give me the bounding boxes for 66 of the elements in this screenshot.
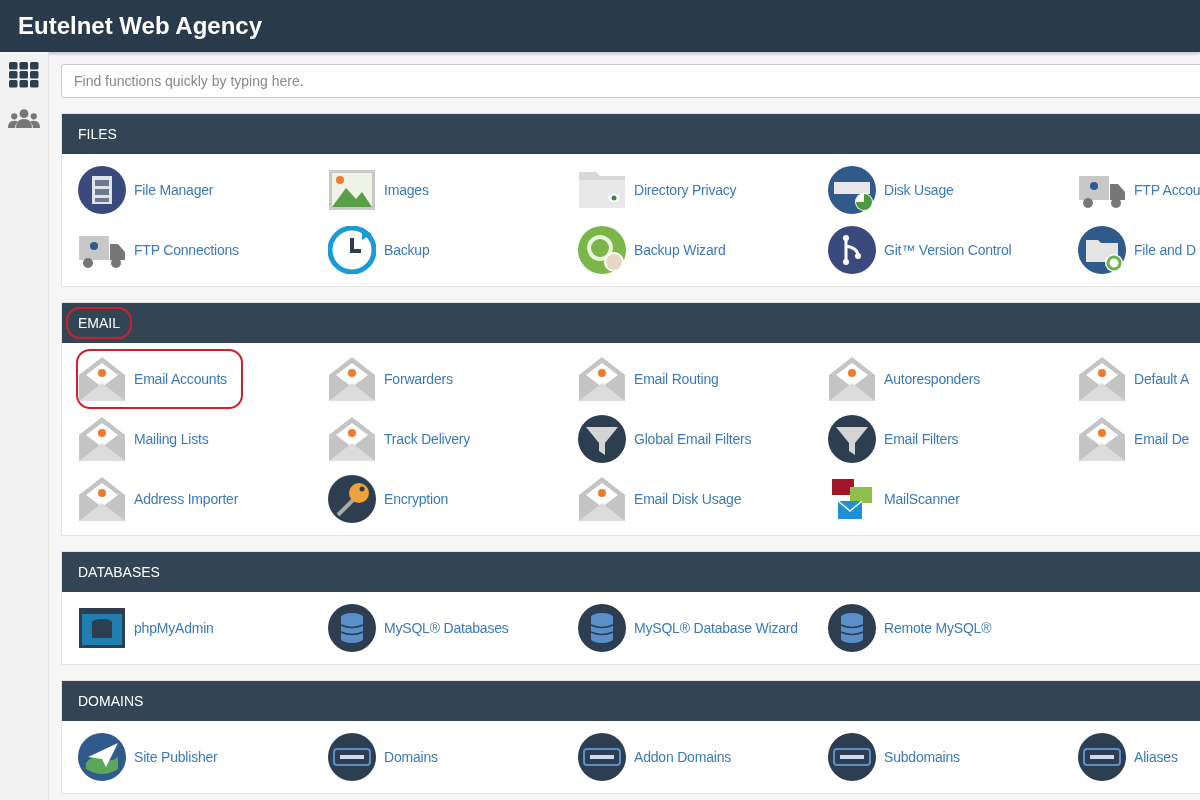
database-icon <box>828 604 876 652</box>
funnel-icon <box>828 415 876 463</box>
function-link[interactable]: FTP Connections <box>76 220 255 280</box>
function-link[interactable]: Email De <box>1076 409 1200 469</box>
function-link[interactable]: Git™ Version Control <box>826 220 1028 280</box>
function-link[interactable]: Backup <box>326 220 446 280</box>
function-link[interactable]: Email Disk Usage <box>576 469 758 529</box>
envelope-icon <box>78 475 126 523</box>
funnel-icon <box>578 415 626 463</box>
apps-grid-button[interactable] <box>6 60 42 90</box>
function-link[interactable]: Mailing Lists <box>76 409 225 469</box>
function-link[interactable]: Default A <box>1076 349 1200 409</box>
folder-icon <box>1078 226 1126 274</box>
database-icon <box>328 604 376 652</box>
branch-icon <box>828 226 876 274</box>
function-link[interactable]: Autoresponders <box>826 349 997 409</box>
function-link[interactable]: Backup Wizard <box>576 220 742 280</box>
function-link[interactable]: Disk Usage <box>826 160 970 220</box>
key-icon <box>328 475 376 523</box>
file-cabinet-icon <box>78 166 126 214</box>
section-title: FILES <box>77 125 118 144</box>
clock-arrow-icon <box>328 226 376 274</box>
function-link[interactable]: Global Email Filters <box>576 409 768 469</box>
envelope-icon <box>1078 415 1126 463</box>
function-link[interactable]: Email Filters <box>826 409 975 469</box>
function-link[interactable]: Addon Domains <box>576 727 747 787</box>
section-title: DATABASES <box>77 563 161 582</box>
function-link[interactable]: MySQL® Databases <box>326 598 525 658</box>
section-title: EMAIL <box>66 307 132 339</box>
envelope-icon <box>578 475 626 523</box>
function-link[interactable]: Remote MySQL® <box>826 598 1008 658</box>
envelope-icon <box>578 355 626 403</box>
section-title: DOMAINS <box>77 692 145 711</box>
function-link[interactable]: MySQL® Database Wizard <box>576 598 814 658</box>
search-field[interactable]: Find functions quickly by typing here. <box>61 64 1200 98</box>
function-link[interactable]: Email Accounts <box>76 349 243 409</box>
domain-icon <box>328 733 376 781</box>
function-link[interactable]: Aliases <box>1076 727 1194 787</box>
function-link[interactable]: File Manager <box>76 160 230 220</box>
function-link[interactable]: Directory Privacy <box>576 160 753 220</box>
function-link[interactable]: Email Routing <box>576 349 735 409</box>
disk-drive-icon <box>828 166 876 214</box>
envelope-icon <box>78 355 126 403</box>
function-link[interactable]: Site Publisher <box>76 727 234 787</box>
envelope-icon <box>828 355 876 403</box>
domain-icon <box>1078 733 1126 781</box>
database-icon <box>578 604 626 652</box>
function-link[interactable]: Encryption <box>326 469 465 529</box>
domain-icon <box>578 733 626 781</box>
envelope-icon <box>328 355 376 403</box>
function-link[interactable]: Track Delivery <box>326 409 487 469</box>
function-link[interactable]: Domains <box>326 727 454 787</box>
function-link[interactable]: File and D <box>1076 220 1200 280</box>
function-link[interactable]: Subdomains <box>826 727 976 787</box>
envelope-icon <box>78 415 126 463</box>
function-link[interactable]: Forwarders <box>326 349 469 409</box>
envelope-icon <box>1078 355 1126 403</box>
function-link[interactable]: MailScanner <box>826 469 976 529</box>
function-link[interactable]: Images <box>326 160 445 220</box>
function-link[interactable]: Address Importer <box>76 469 255 529</box>
domain-icon <box>828 733 876 781</box>
function-link[interactable]: FTP Accou <box>1076 160 1200 220</box>
globe-plane-icon <box>78 733 126 781</box>
function-link[interactable]: phpMyAdmin <box>76 598 230 658</box>
envelope-icon <box>328 415 376 463</box>
site-title: Eutelnet Web Agency <box>18 12 263 40</box>
